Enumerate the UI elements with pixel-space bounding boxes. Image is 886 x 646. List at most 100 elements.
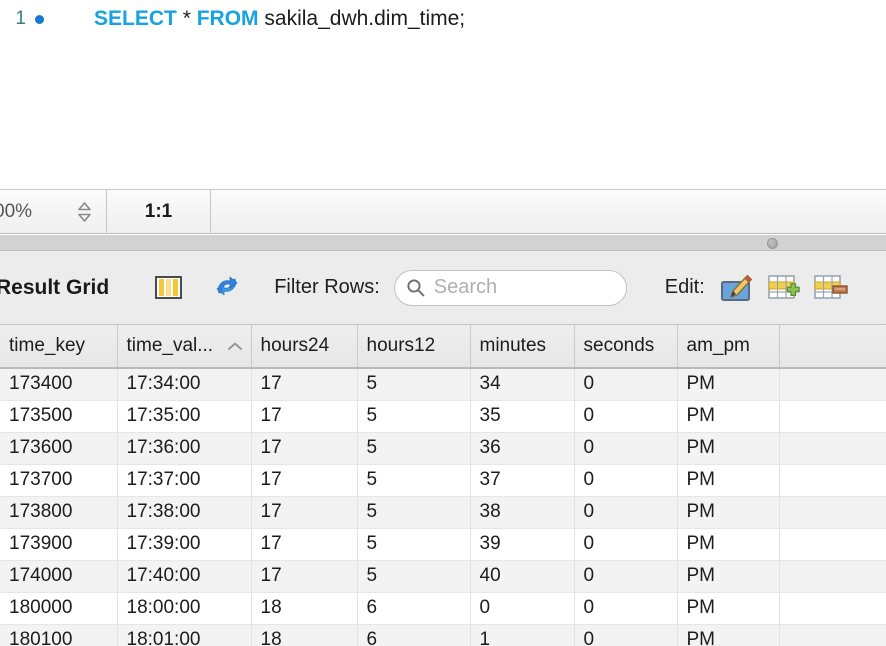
table-cell[interactable]: 18 xyxy=(251,624,358,646)
table-cell[interactable]: 180100 xyxy=(0,624,118,646)
column-header-hours12[interactable]: hours12 xyxy=(357,325,471,369)
table-cell[interactable]: 0 xyxy=(574,432,678,465)
zoom-ratio-button[interactable]: 1:1 xyxy=(107,190,211,233)
results-table-container[interactable]: time_key time_val... hours24 hours12 min… xyxy=(0,325,886,646)
insert-row-icon[interactable] xyxy=(767,273,802,303)
table-row[interactable]: 180100 18:01:00 18 6 1 0 PM xyxy=(0,624,886,646)
table-cell[interactable]: 17:39:00 xyxy=(117,528,252,561)
table-cell[interactable]: 36 xyxy=(470,432,575,465)
column-header-minutes[interactable]: minutes xyxy=(470,325,575,369)
table-cell[interactable]: 17 xyxy=(251,464,358,497)
table-cell[interactable]: 37 xyxy=(470,464,575,497)
column-header-time-key[interactable]: time_key xyxy=(0,325,118,369)
table-cell[interactable]: 0 xyxy=(574,464,678,497)
table-cell[interactable]: 17:36:00 xyxy=(117,432,252,465)
stepper-chevrons-icon xyxy=(78,201,91,222)
table-cell[interactable]: 17 xyxy=(251,560,358,593)
table-cell[interactable]: PM xyxy=(677,592,780,625)
table-cell[interactable]: 5 xyxy=(357,432,471,465)
table-row[interactable]: 173900 17:39:00 17 5 39 0 PM xyxy=(0,528,886,561)
splitter-handle[interactable] xyxy=(767,238,778,249)
breakpoint-dot-icon[interactable] xyxy=(35,14,44,24)
table-cell[interactable]: 5 xyxy=(357,528,471,561)
table-cell[interactable]: 173400 xyxy=(0,368,118,401)
table-cell[interactable]: 0 xyxy=(470,592,575,625)
column-header-am-pm[interactable]: am_pm xyxy=(677,325,780,369)
table-cell[interactable]: 35 xyxy=(470,400,575,433)
table-cell[interactable]: 173800 xyxy=(0,496,118,529)
pane-splitter[interactable] xyxy=(0,235,886,251)
delete-row-icon[interactable] xyxy=(813,273,848,303)
table-cell[interactable]: 5 xyxy=(357,400,471,433)
table-row[interactable]: 173600 17:36:00 17 5 36 0 PM xyxy=(0,432,886,465)
table-cell[interactable]: PM xyxy=(677,528,780,561)
table-row[interactable]: 173800 17:38:00 17 5 38 0 PM xyxy=(0,496,886,529)
table-cell[interactable]: 6 xyxy=(357,592,471,625)
table-cell[interactable]: 173600 xyxy=(0,432,118,465)
table-cell[interactable]: 0 xyxy=(574,624,678,646)
table-cell[interactable]: 17:34:00 xyxy=(117,368,252,401)
grid-stripes-icon[interactable] xyxy=(155,274,183,301)
table-cell[interactable]: 6 xyxy=(357,624,471,646)
table-cell[interactable]: 17:35:00 xyxy=(117,400,252,433)
table-row[interactable]: 174000 17:40:00 17 5 40 0 PM xyxy=(0,560,886,593)
table-cell[interactable]: 173700 xyxy=(0,464,118,497)
table-cell[interactable]: PM xyxy=(677,432,780,465)
column-header-seconds[interactable]: seconds xyxy=(574,325,678,369)
table-cell[interactable]: 38 xyxy=(470,496,575,529)
table-cell[interactable]: 5 xyxy=(357,496,471,529)
table-cell[interactable]: 17:37:00 xyxy=(117,464,252,497)
table-cell[interactable]: 173900 xyxy=(0,528,118,561)
table-cell[interactable]: 5 xyxy=(357,464,471,497)
refresh-icon[interactable] xyxy=(214,274,244,302)
table-cell[interactable]: 17 xyxy=(251,496,358,529)
table-cell[interactable]: 5 xyxy=(357,368,471,401)
editor-line-1[interactable]: 1 SELECT * FROM sakila_dwh.dim_time; xyxy=(0,4,465,34)
table-cell[interactable]: 18:00:00 xyxy=(117,592,252,625)
filter-search-box[interactable]: Search xyxy=(393,269,627,306)
table-cell[interactable]: 174000 xyxy=(0,560,118,593)
zoom-control[interactable]: 00% xyxy=(0,190,107,233)
table-cell[interactable]: 5 xyxy=(357,560,471,593)
table-cell[interactable]: 0 xyxy=(574,400,678,433)
sql-editor-pane[interactable]: 1 SELECT * FROM sakila_dwh.dim_time; xyxy=(0,0,886,189)
search-input[interactable]: Search xyxy=(434,276,497,299)
edit-pencil-icon[interactable] xyxy=(719,273,755,303)
table-cell[interactable]: PM xyxy=(677,624,780,646)
table-cell-filler xyxy=(779,400,886,433)
sort-ascending-icon xyxy=(227,340,243,352)
table-cell[interactable]: 17 xyxy=(251,368,358,401)
table-row[interactable]: 173500 17:35:00 17 5 35 0 PM xyxy=(0,400,886,433)
table-cell[interactable]: 39 xyxy=(470,528,575,561)
table-cell[interactable]: 17 xyxy=(251,528,358,561)
table-cell[interactable]: PM xyxy=(677,464,780,497)
table-row[interactable]: 173700 17:37:00 17 5 37 0 PM xyxy=(0,464,886,497)
table-cell[interactable]: 0 xyxy=(574,368,678,401)
table-row[interactable]: 180000 18:00:00 18 6 0 0 PM xyxy=(0,592,886,625)
table-cell[interactable]: 34 xyxy=(470,368,575,401)
column-header-time-value[interactable]: time_val... xyxy=(117,325,252,369)
table-cell[interactable]: 17:38:00 xyxy=(117,496,252,529)
table-cell[interactable]: PM xyxy=(677,368,780,401)
table-cell[interactable]: 1 xyxy=(470,624,575,646)
table-cell[interactable]: 0 xyxy=(574,592,678,625)
table-row[interactable]: 173400 17:34:00 17 5 34 0 PM xyxy=(0,368,886,401)
table-cell[interactable]: 17 xyxy=(251,432,358,465)
table-cell[interactable]: 17 xyxy=(251,400,358,433)
table-cell[interactable]: 18:01:00 xyxy=(117,624,252,646)
table-cell[interactable]: PM xyxy=(677,400,780,433)
table-cell[interactable]: 0 xyxy=(574,560,678,593)
column-header-label: hours12 xyxy=(366,335,436,356)
table-cell[interactable]: 18 xyxy=(251,592,358,625)
column-header-hours24[interactable]: hours24 xyxy=(251,325,358,369)
table-cell[interactable]: 0 xyxy=(574,496,678,529)
table-cell[interactable]: 17:40:00 xyxy=(117,560,252,593)
table-cell[interactable]: 40 xyxy=(470,560,575,593)
table-cell[interactable]: PM xyxy=(677,496,780,529)
table-cell[interactable]: 0 xyxy=(574,528,678,561)
sql-result-window: 1 SELECT * FROM sakila_dwh.dim_time; 00%… xyxy=(0,0,886,646)
table-cell[interactable]: 173500 xyxy=(0,400,118,433)
table-cell[interactable]: PM xyxy=(677,560,780,593)
table-cell[interactable]: 180000 xyxy=(0,592,118,625)
zoom-stepper[interactable] xyxy=(77,201,92,223)
